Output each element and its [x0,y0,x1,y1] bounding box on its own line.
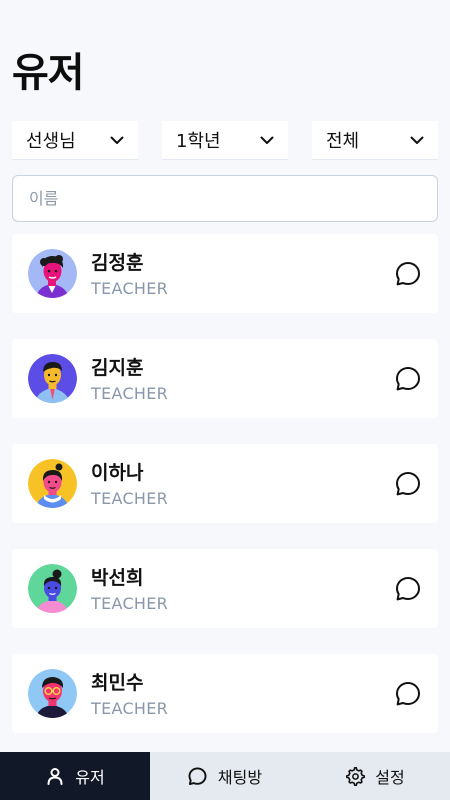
user-list-item[interactable]: 김지훈 TEACHER [12,339,438,418]
users-page: 유저 선생님 1학년 전체 이름 김정훈 TEACHER 김지훈 TEACHER… [0,0,450,800]
avatar-man-curly-hair-icon [28,249,77,298]
chat-bubble-icon[interactable] [394,260,422,288]
chat-bubble-icon[interactable] [394,680,422,708]
chat-bubble-icon[interactable] [394,575,422,603]
chat-bubble-icon[interactable] [394,470,422,498]
user-name: 최민수 [91,672,144,694]
user-name: 김정훈 [91,252,144,274]
role-filter-select[interactable]: 선생님 [12,121,138,160]
name-search-input[interactable] [12,175,438,222]
chevron-down-icon [110,133,124,147]
avatar-woman-bun-icon [28,459,77,508]
user-list-item[interactable]: 최민수 TEACHER [12,654,438,733]
filter-bar: 선생님 1학년 전체 [12,121,438,160]
user-list-item[interactable]: 박선희 TEACHER [12,549,438,628]
user-role: TEACHER [91,384,169,403]
user-name: 이하나 [91,462,144,484]
page-title: 유저 [12,50,85,96]
chat-bubble-icon[interactable] [394,365,422,393]
user-role: TEACHER [91,699,169,718]
user-name: 김지훈 [91,357,144,379]
user-role: TEACHER [91,279,169,298]
chat-bubble-icon [188,766,208,786]
nav-tab-label: 설정 [375,768,405,787]
user-role: TEACHER [91,594,169,613]
class-filter-value: 전체 [326,131,360,152]
user-list-item[interactable]: 이하나 TEACHER [12,444,438,523]
user-name: 박선희 [91,567,144,589]
class-filter-select[interactable]: 전체 [312,121,438,160]
bottom-nav: 유저 채팅방 설정 [0,752,450,800]
nav-tab-chatrooms[interactable]: 채팅방 [150,752,300,800]
user-list-item[interactable]: 김정훈 TEACHER [12,234,438,313]
avatar-woman-top-bun-icon [28,564,77,613]
grade-filter-select[interactable]: 1학년 [162,121,288,160]
user-role: TEACHER [91,489,169,508]
grade-filter-value: 1학년 [176,131,221,152]
avatar-man-short-hair-icon [28,354,77,403]
user-icon [45,766,65,786]
nav-tab-label: 채팅방 [217,768,263,787]
nav-tab-settings[interactable]: 설정 [300,752,450,800]
nav-tab-users[interactable]: 유저 [0,752,150,800]
avatar-man-glasses-icon [28,669,77,718]
nav-tab-label: 유저 [75,768,105,787]
chevron-down-icon [410,133,424,147]
chevron-down-icon [260,133,274,147]
gear-icon [345,766,365,786]
role-filter-value: 선생님 [26,131,76,152]
